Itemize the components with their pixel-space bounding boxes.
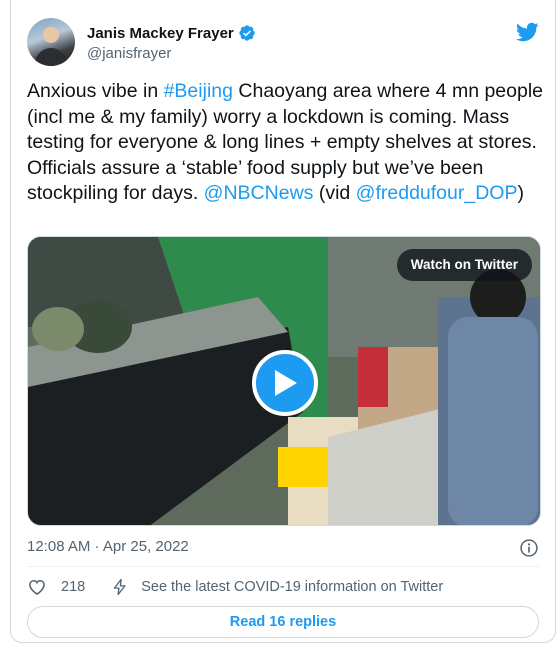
play-icon: [275, 370, 297, 396]
tweet-text-segment: ): [517, 182, 524, 204]
lightning-icon: [113, 578, 126, 596]
tweet-link[interactable]: #Beijing: [164, 80, 233, 102]
twitter-bird-icon[interactable]: [515, 20, 539, 44]
tweet-meta: 12:08 AM · Apr 25, 2022: [27, 538, 539, 558]
tweet-text: Anxious vibe in #Beijing Chaoyang area w…: [27, 79, 547, 207]
like-count: 218: [61, 579, 86, 595]
avatar[interactable]: [27, 18, 75, 66]
tweet-text-segment: Anxious vibe in: [27, 80, 164, 102]
tweet-link[interactable]: @NBCNews: [204, 182, 314, 204]
tweet-card: Janis Mackey Frayer @janisfrayer Anxious…: [10, 0, 556, 643]
verified-badge-icon: [239, 25, 255, 41]
tweet-text-segment: (vid: [313, 182, 356, 204]
video-player[interactable]: Watch on Twitter: [27, 236, 541, 526]
author-name[interactable]: Janis Mackey Frayer: [87, 25, 234, 42]
read-replies-button[interactable]: Read 16 replies: [27, 606, 539, 638]
heart-icon: [29, 579, 45, 596]
tweet-link[interactable]: @freddufour_DOP: [356, 182, 518, 204]
author-handle[interactable]: @janisfrayer: [87, 45, 171, 62]
watch-on-twitter-button[interactable]: Watch on Twitter: [396, 249, 532, 281]
tweet-actions: 218 See the latest COVID-19 information …: [27, 576, 539, 598]
like-button[interactable]: 218: [27, 577, 85, 597]
author-name-row[interactable]: Janis Mackey Frayer: [87, 24, 256, 42]
info-icon[interactable]: [519, 538, 539, 558]
divider: [27, 566, 539, 567]
tweet-timestamp[interactable]: 12:08 AM · Apr 25, 2022: [27, 538, 189, 555]
play-button[interactable]: [252, 350, 318, 416]
covid-info-text: See the latest COVID-19 information on T…: [141, 579, 444, 595]
covid-info-link[interactable]: See the latest COVID-19 information on T…: [111, 577, 443, 597]
tweet-header: Janis Mackey Frayer @janisfrayer: [27, 16, 539, 66]
